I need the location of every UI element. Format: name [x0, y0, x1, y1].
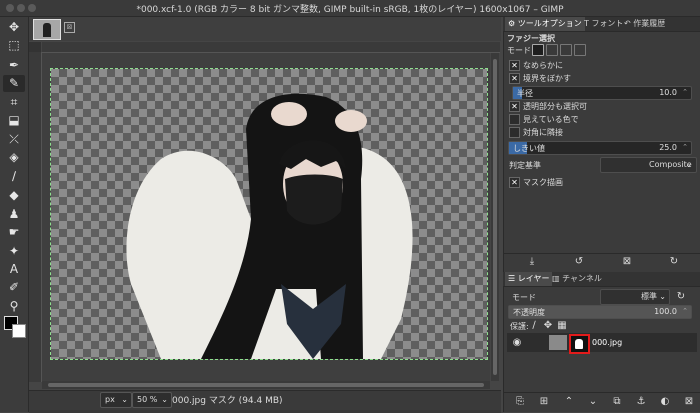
transform-tool-icon[interactable]: ⬓	[3, 112, 25, 129]
move-tool-icon[interactable]: ✥	[3, 19, 25, 36]
fg-bg-colors[interactable]	[4, 316, 28, 338]
unit-select[interactable]: px ⌄	[100, 392, 132, 408]
smudge-tool-icon[interactable]: ☛	[3, 224, 25, 241]
tab-layers[interactable]: ☰ レイヤー	[505, 272, 553, 286]
radius-slider[interactable]: 半径 10.0 ⌃	[512, 86, 692, 100]
window-title: *000.xcf-1.0 (RGB カラー 8 bit ガンマ整数, GIMP …	[136, 5, 564, 15]
delete-layer-icon[interactable]: ⊠	[682, 395, 696, 408]
fuzzy-select-tool-icon[interactable]: ✎	[3, 75, 25, 92]
subject-figure	[126, 93, 413, 359]
lock-alpha-icon[interactable]: ▦	[555, 319, 569, 332]
layer-thumbnail[interactable]	[549, 335, 567, 350]
tab-fonts[interactable]: T フォント	[581, 17, 626, 31]
lock-pixels-icon[interactable]: ∕	[527, 319, 541, 332]
select-transparent-label: 透明部分も選択可	[523, 102, 587, 111]
eraser-tool-icon[interactable]: ◆	[3, 187, 25, 204]
mode-label: モード	[507, 46, 531, 55]
title-bar: *000.xcf-1.0 (RGB カラー 8 bit ガンマ整数, GIMP …	[0, 0, 700, 17]
tool-options-tabbar: ⚙ ツールオプション T フォント ↶ 作業履歴	[503, 17, 700, 32]
raise-layer-icon[interactable]: ⌃	[562, 395, 576, 408]
color-picker-tool-icon[interactable]: ✐	[3, 279, 25, 296]
layer-mode-reset-icon[interactable]: ↻	[674, 290, 688, 303]
reset-options-icon[interactable]: ↻	[667, 255, 681, 268]
lasso-tool-icon[interactable]: ✒	[3, 57, 25, 74]
crop-tool-icon[interactable]: ⌗	[3, 94, 25, 111]
background-color-swatch[interactable]	[12, 324, 26, 338]
horizontal-scrollbar[interactable]	[42, 381, 490, 389]
layer-mask-thumbnail[interactable]	[569, 334, 590, 354]
mode-add-icon[interactable]	[546, 44, 558, 56]
draw-mask-label: マスク描画	[523, 178, 563, 187]
warp-tool-icon[interactable]: ⤫	[3, 131, 25, 148]
mode-subtract-icon[interactable]	[560, 44, 572, 56]
anchor-layer-icon[interactable]: ⚓	[634, 395, 648, 408]
diagonal-label: 対角に隣接	[523, 128, 563, 137]
mode-replace-icon[interactable]	[532, 44, 544, 56]
separator	[503, 253, 700, 254]
feather-label: 境界をぼかす	[523, 74, 571, 83]
select-by-label: 判定基準	[509, 161, 541, 170]
feather-checkbox[interactable]: ✕	[509, 73, 520, 84]
rect-select-tool-icon[interactable]: ⬚	[3, 37, 25, 54]
antialias-checkbox[interactable]: ✕	[509, 60, 520, 71]
delete-preset-icon[interactable]: ⊠	[620, 255, 634, 268]
clone-tool-icon[interactable]: ♟	[3, 206, 25, 223]
tab-undo-history[interactable]: ↶ 作業履歴	[621, 17, 668, 31]
new-layer-icon[interactable]: ⊞	[537, 395, 551, 408]
vertical-ruler[interactable]	[29, 52, 42, 382]
select-by-dropdown[interactable]: Composite ⌄	[600, 157, 697, 173]
bucket-fill-tool-icon[interactable]: ◈	[3, 149, 25, 166]
diagonal-checkbox[interactable]	[509, 127, 520, 138]
sample-merged-label: 見えている色で	[523, 115, 579, 124]
zoom-tool-icon[interactable]: ⚲	[3, 298, 25, 315]
visibility-eye-icon[interactable]: ◉	[510, 336, 524, 349]
tool-title: ファジー選択	[507, 34, 555, 43]
tab-tool-options[interactable]: ⚙ ツールオプション	[505, 17, 585, 31]
toolbox: ✥ ⬚ ✒ ✎ ⌗ ⬓ ⤫ ◈ ∕ ◆ ♟ ☛ ✦ A ✐ ⚲	[0, 17, 29, 412]
vertical-scrollbar[interactable]	[491, 53, 499, 381]
horizontal-ruler[interactable]	[42, 42, 500, 53]
new-layer-group-icon[interactable]: ⎘	[513, 395, 527, 408]
text-tool-icon[interactable]: A	[3, 261, 25, 278]
status-message: 000.jpg マスク (94.4 MB)	[172, 396, 283, 406]
ruler-corner[interactable]	[29, 42, 41, 52]
lock-position-icon[interactable]: ✥	[541, 319, 555, 332]
lock-label: 保護:	[510, 322, 529, 331]
save-preset-icon[interactable]: ⤓	[525, 255, 539, 268]
layer-mode-label: モード	[512, 293, 536, 302]
duplicate-layer-icon[interactable]: ⧉	[610, 395, 624, 408]
draw-mask-checkbox[interactable]: ✕	[509, 177, 520, 188]
separator	[503, 392, 700, 393]
paintbrush-tool-icon[interactable]: ∕	[3, 168, 25, 185]
restore-preset-icon[interactable]: ↺	[572, 255, 586, 268]
lower-layer-icon[interactable]: ⌄	[586, 395, 600, 408]
layer-mode-dropdown[interactable]: 標準 ⌄	[600, 289, 670, 305]
close-image-tab-icon[interactable]: ⊠	[64, 22, 75, 33]
mask-layer-icon[interactable]: ◐	[658, 395, 672, 408]
threshold-slider[interactable]: しきい値 25.0 ⌃	[508, 141, 692, 155]
sample-merged-checkbox[interactable]	[509, 114, 520, 125]
tab-channels[interactable]: ▥ チャンネル	[549, 272, 605, 286]
zoom-select[interactable]: 50 % ⌄	[132, 392, 172, 408]
image-tab-thumbnail[interactable]	[33, 19, 61, 40]
dodge-tool-icon[interactable]: ✦	[3, 243, 25, 260]
layers-tabbar: ☰ レイヤー ▥ チャンネル	[503, 272, 700, 287]
antialias-label: なめらかに	[523, 61, 563, 70]
opacity-slider[interactable]: 不透明度 100.0 ⌃	[508, 305, 692, 319]
image-canvas[interactable]	[50, 68, 488, 360]
select-transparent-checkbox[interactable]: ✕	[509, 101, 520, 112]
image-tab-bar	[29, 17, 501, 41]
layer-name[interactable]: 000.jpg	[592, 338, 622, 347]
mode-intersect-icon[interactable]	[574, 44, 586, 56]
